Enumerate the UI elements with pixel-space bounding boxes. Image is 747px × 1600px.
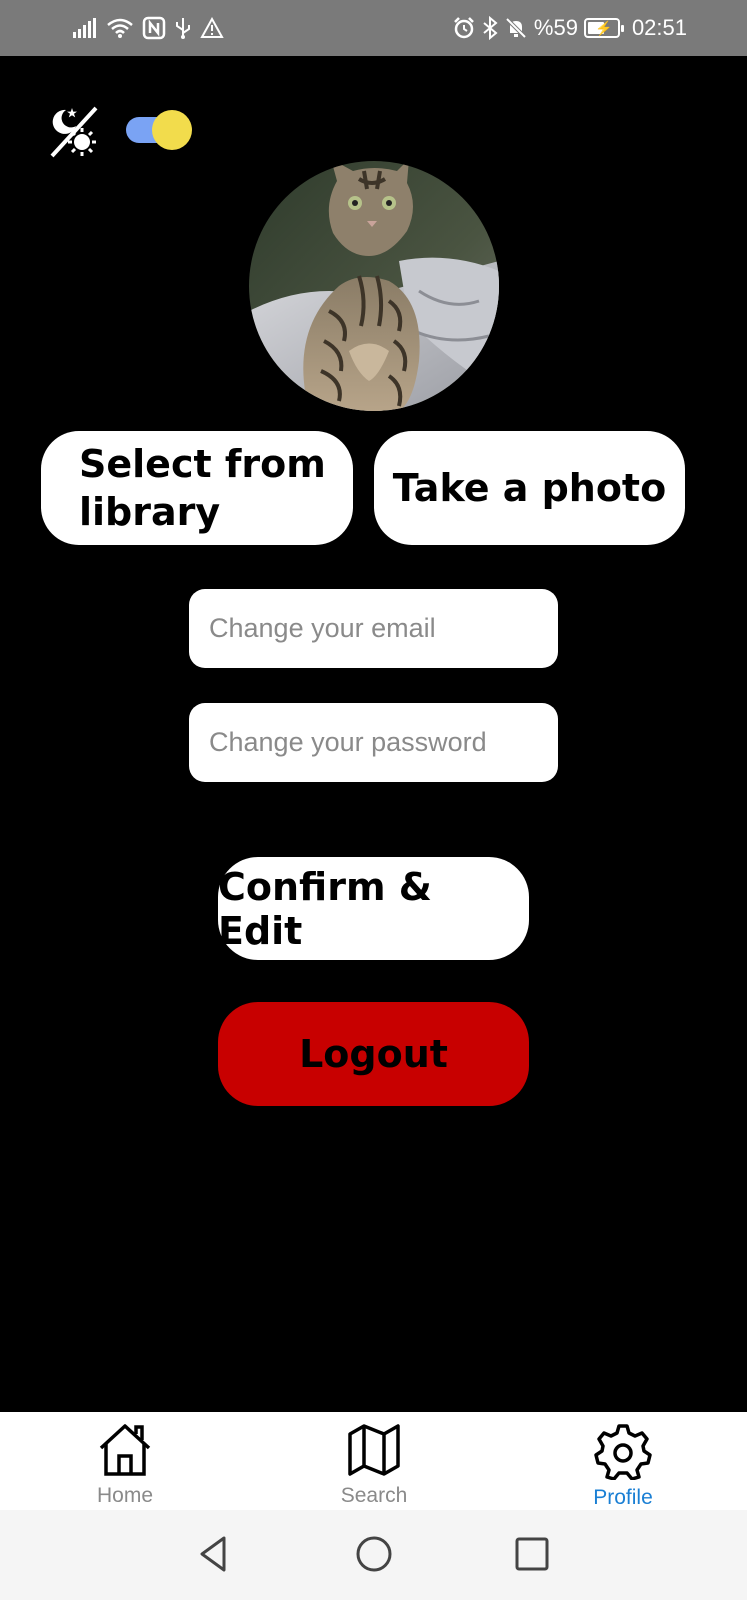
theme-toggle[interactable] [126,110,192,150]
nfc-icon [142,16,166,40]
avatar [249,161,499,411]
cat-photo [249,161,499,411]
battery-charging-icon: ⚡ [583,18,624,38]
logout-button[interactable]: Logout [218,1002,529,1106]
day-night-icon [50,106,98,158]
home-circle-icon[interactable] [352,1532,396,1576]
select-from-library-button[interactable]: Select from library [41,431,353,545]
alarm-icon [454,17,474,39]
home-icon [99,1424,151,1476]
nav-item-home[interactable]: Home [55,1422,195,1512]
warning-icon [200,17,224,38]
wifi-icon [107,18,133,38]
nav-item-profile[interactable]: Profile [553,1422,693,1512]
clock: 02:51 [631,15,687,40]
password-field[interactable] [189,703,558,782]
battery-percent: %59 [533,15,578,40]
back-icon[interactable] [192,1532,236,1576]
status-left-icons [72,14,224,42]
gear-icon [594,1424,652,1480]
charging-bolt-icon: ⚡ [594,20,613,36]
bottom-nav: Home Search Profile [0,1412,747,1510]
mute-icon [505,17,527,39]
system-nav [0,1510,747,1600]
nav-label-home: Home [96,1484,154,1507]
take-photo-button[interactable]: Take a photo [374,431,685,545]
status-bar: %59 ⚡ 02:51 [0,0,747,56]
recents-icon[interactable] [510,1532,554,1576]
status-right-icons: %59 ⚡ 02:51 [452,14,687,42]
bluetooth-icon [483,16,498,40]
nav-label-search: Search [340,1484,408,1507]
usb-icon [176,18,190,39]
nav-item-search[interactable]: Search [304,1422,444,1512]
toggle-knob [152,110,192,150]
confirm-edit-button[interactable]: Confirm & Edit [218,857,529,960]
signal-icon [73,18,96,38]
nav-label-profile: Profile [593,1486,653,1509]
email-field[interactable] [189,589,558,668]
map-icon [348,1424,400,1476]
